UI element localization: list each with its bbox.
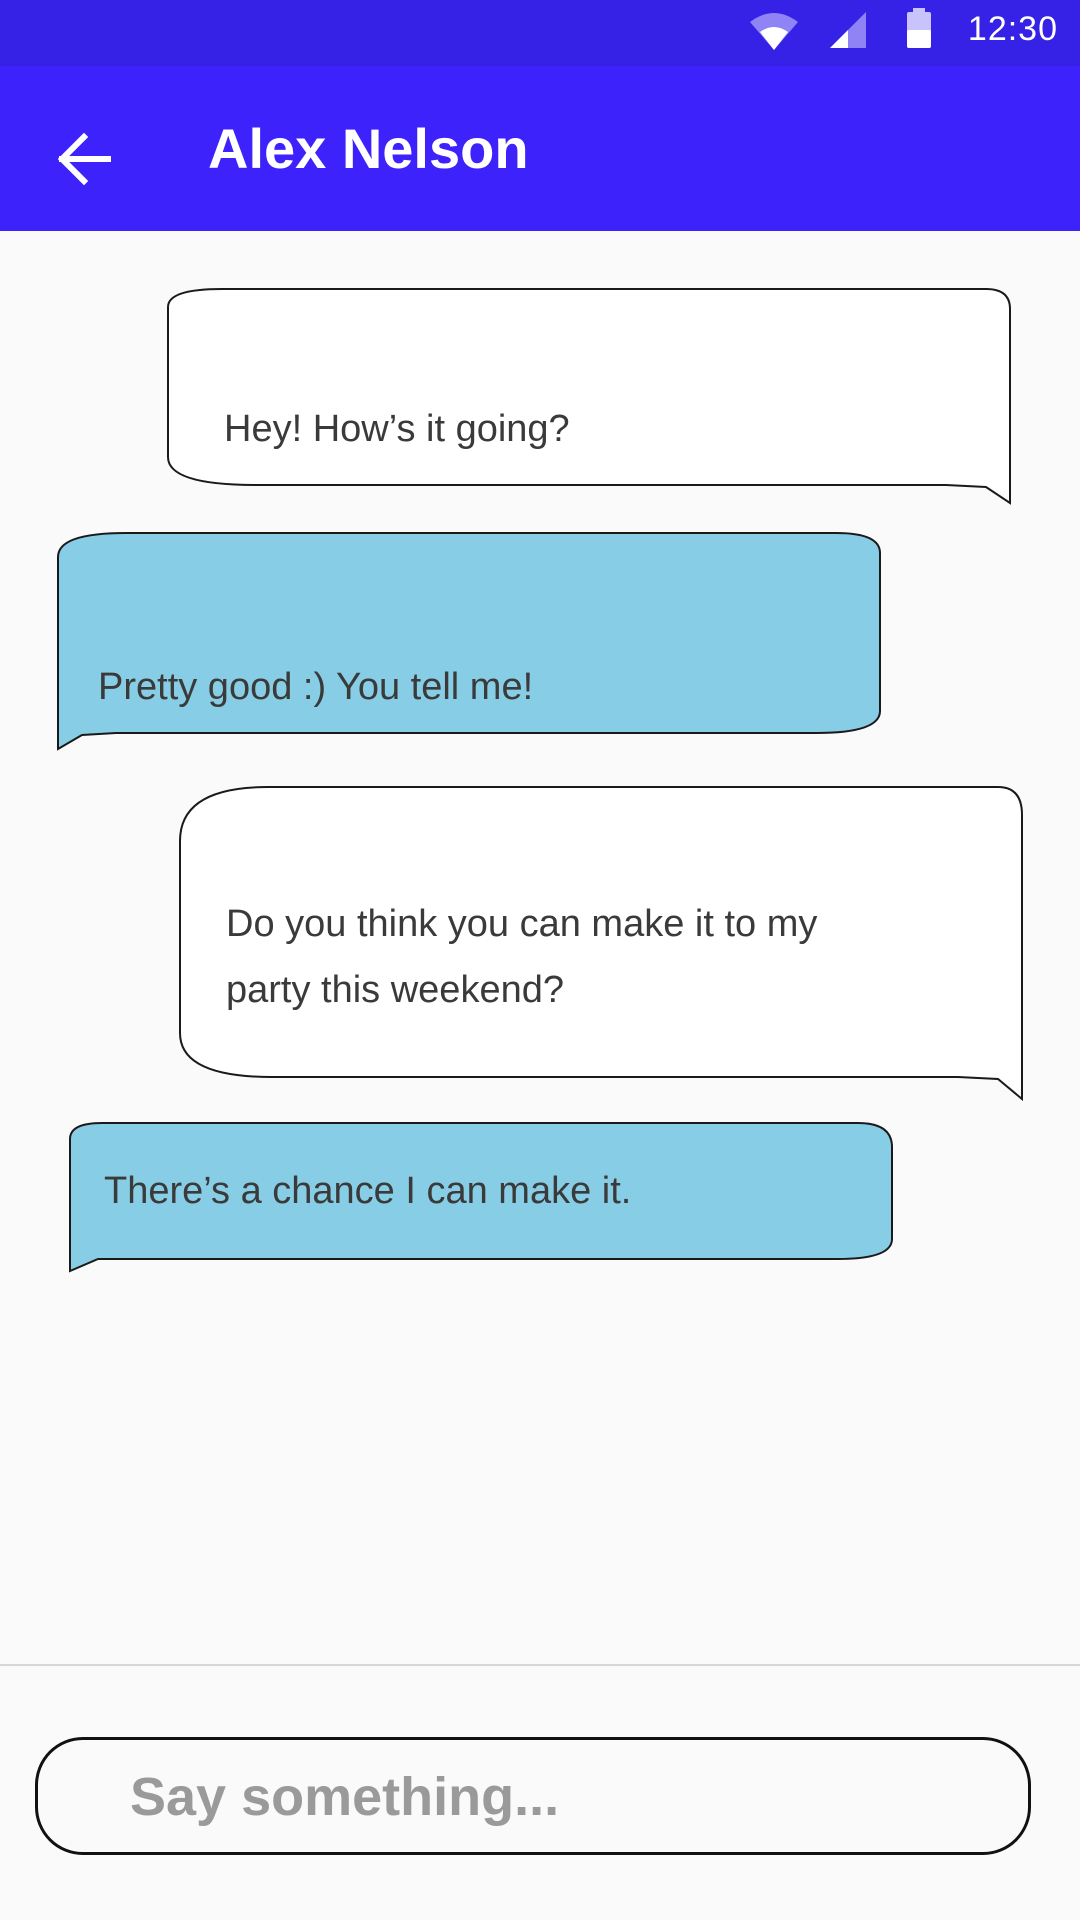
cell-signal-icon — [830, 12, 866, 48]
app-bar: Alex Nelson — [0, 66, 1080, 231]
composer-divider — [0, 1664, 1080, 1666]
message-text: There’s a chance I can make it. — [104, 1170, 632, 1212]
wifi-icon — [750, 13, 798, 50]
status-bar: 12:30 — [0, 0, 1080, 66]
message-text: Pretty good :) You tell me! — [98, 666, 534, 708]
status-time: 12:30 — [967, 10, 1058, 48]
conversation-title: Alex Nelson — [208, 117, 529, 180]
message-input[interactable] — [128, 1758, 992, 1836]
message-bubble-outgoing: Pretty good :) You tell me! — [56, 531, 882, 783]
arrow-left-icon — [57, 132, 111, 186]
message-text: Do you think you can make it to my party… — [226, 903, 818, 1011]
battery-icon — [907, 8, 931, 48]
message-bubble-incoming: Do you think you can make it to my party… — [178, 785, 1024, 1109]
back-button[interactable] — [42, 116, 128, 202]
message-text: Hey! How’s it going? — [224, 408, 570, 450]
message-bubble-incoming: Hey! How’s it going? — [166, 287, 1012, 535]
message-list: Hey! How’s it going? Pretty good :) You … — [0, 231, 1080, 1663]
message-bubble-outgoing: There’s a chance I can make it. — [68, 1121, 894, 1307]
message-composer — [35, 1737, 1031, 1855]
